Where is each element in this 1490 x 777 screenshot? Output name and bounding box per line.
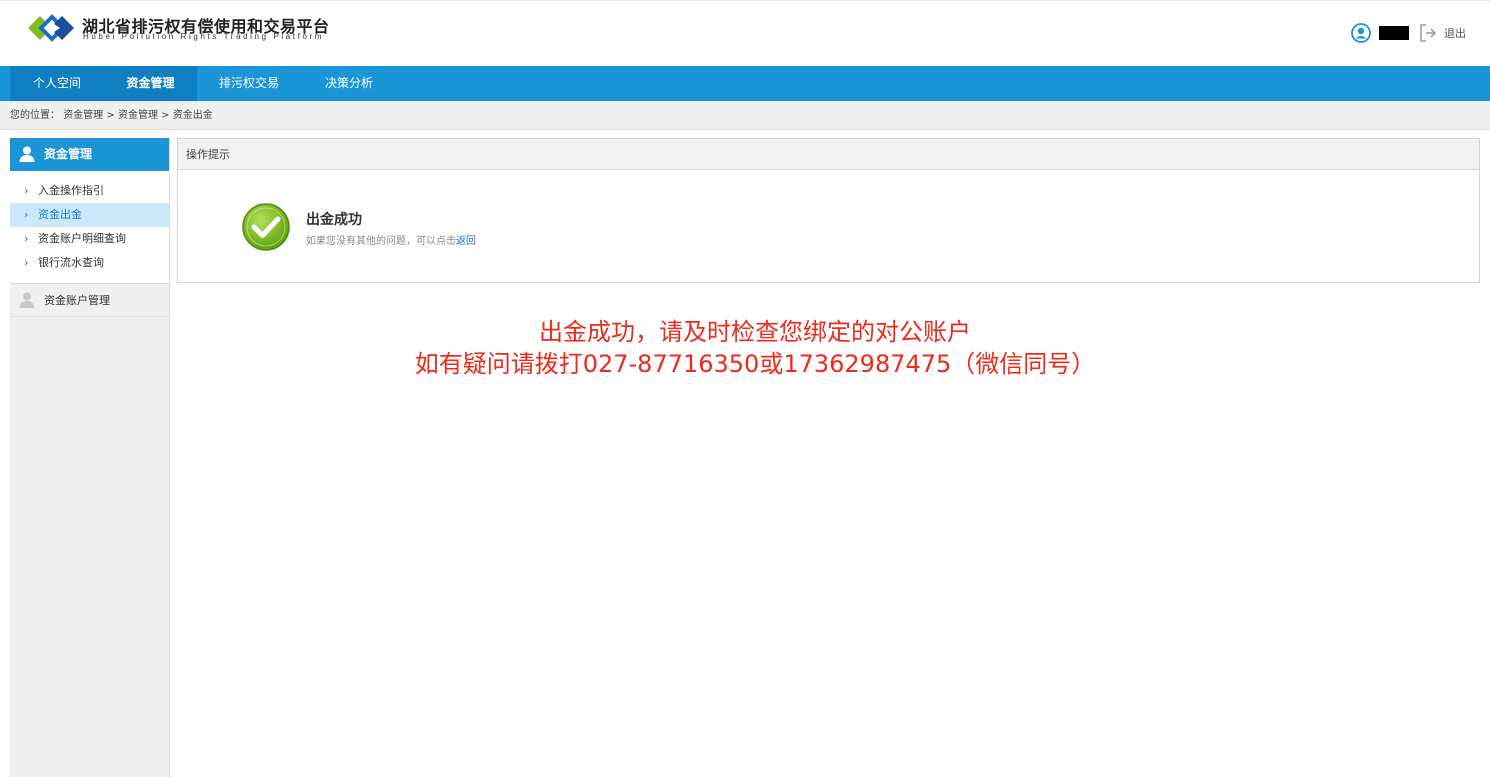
- platform-subtitle: Hubei Pollution Rights Trading Platform: [83, 32, 325, 41]
- sidebar-group-account-management[interactable]: 资金账户管理: [10, 284, 169, 317]
- success-title: 出金成功: [306, 212, 362, 228]
- breadcrumb: 您的位置： 资金管理 > 资金管理 > 资金出金: [0, 101, 1490, 130]
- chevron-right-icon: ›: [24, 184, 29, 197]
- success-check-icon: [242, 203, 290, 251]
- sidebar-item-deposit-guide[interactable]: › 入金操作指引: [10, 179, 169, 203]
- user-area: 退出: [1351, 21, 1466, 45]
- chevron-right-icon: ›: [24, 256, 29, 269]
- success-desc-text: 如果您没有其他的问题，可以点击: [306, 236, 456, 247]
- sidebar-group-label: 资金账户管理: [44, 294, 110, 307]
- sidebar-item-fund-withdrawal[interactable]: › 资金出金: [10, 203, 169, 227]
- user-avatar-icon[interactable]: [1351, 23, 1371, 43]
- sidebar-item-label: 银行流水查询: [38, 256, 104, 269]
- header: 湖北省排污权有偿使用和交易平台 Hubei Pollution Rights T…: [0, 0, 1490, 66]
- operation-panel: 操作提示 出金成功 如果您没有其他的问题，可以点击返回: [177, 138, 1480, 283]
- sidebar-list: › 入金操作指引 › 资金出金 › 资金账户明细查询 › 银行流水查询: [10, 171, 169, 284]
- breadcrumb-separator: >: [106, 110, 115, 121]
- breadcrumb-item-current: 资金出金: [172, 110, 213, 121]
- user-icon: [19, 146, 35, 162]
- user-icon: [19, 292, 35, 308]
- notice-line-2: 如有疑问请拨打027-87716350或17362987475（微信同号）: [414, 350, 1096, 378]
- return-link[interactable]: 返回: [456, 236, 476, 247]
- sidebar-item-bank-statement[interactable]: › 银行流水查询: [10, 251, 169, 275]
- chevron-right-icon: ›: [24, 232, 29, 245]
- success-description: 如果您没有其他的问题，可以点击返回: [306, 232, 476, 247]
- logout-icon[interactable]: [1418, 23, 1438, 43]
- sidebar-group-fund-management[interactable]: 资金管理: [10, 138, 169, 171]
- logout-link[interactable]: 退出: [1444, 25, 1466, 41]
- sidebar: 资金管理 › 入金操作指引 › 资金出金 › 资金账户明细查询 › 银行流水查询…: [10, 138, 170, 777]
- nav-emission-trading[interactable]: 排污权交易: [202, 66, 296, 101]
- chevron-right-icon: ›: [24, 208, 29, 221]
- sidebar-item-account-details[interactable]: › 资金账户明细查询: [10, 227, 169, 251]
- withdrawal-notice: 出金成功，请及时检查您绑定的对公账户 如有疑问请拨打027-87716350或1…: [330, 316, 1180, 380]
- notice-line-1: 出金成功，请及时检查您绑定的对公账户: [539, 318, 971, 346]
- main-nav: 个人空间 资金管理 排污权交易 决策分析: [0, 66, 1490, 101]
- sidebar-item-label: 资金出金: [38, 208, 82, 221]
- username-redacted: [1379, 26, 1409, 40]
- breadcrumb-separator: >: [161, 110, 170, 121]
- sidebar-item-label: 入金操作指引: [38, 184, 104, 197]
- breadcrumb-item[interactable]: 资金管理: [63, 110, 103, 121]
- nav-decision-analysis[interactable]: 决策分析: [302, 66, 396, 101]
- breadcrumb-item[interactable]: 资金管理: [118, 110, 158, 121]
- sidebar-item-label: 资金账户明细查询: [38, 232, 126, 245]
- nav-personal-space[interactable]: 个人空间: [10, 66, 104, 101]
- nav-fund-management[interactable]: 资金管理: [104, 66, 197, 101]
- breadcrumb-prefix: 您的位置：: [10, 110, 60, 121]
- logo-icon: [28, 14, 74, 42]
- sidebar-group-label: 资金管理: [44, 147, 93, 161]
- panel-title: 操作提示: [178, 139, 1479, 170]
